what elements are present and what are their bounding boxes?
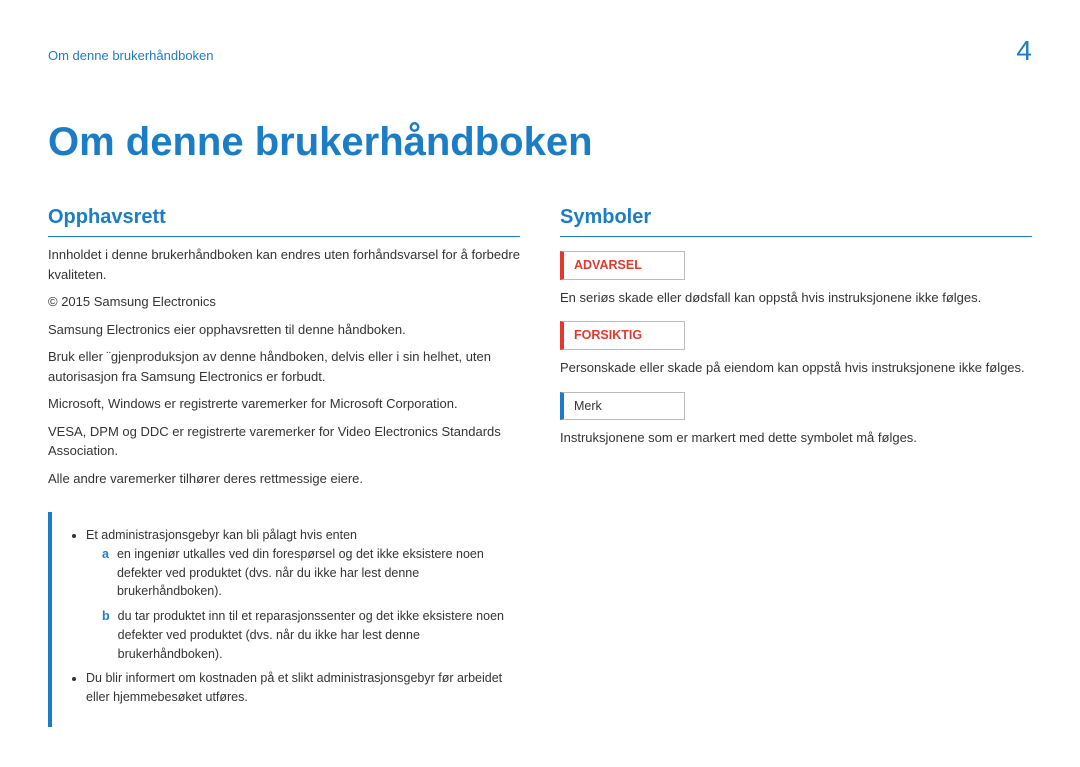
notice-sublist: a en ingeniør utkalles ved din forespørs… [86, 545, 504, 664]
symbol-block-note: Merk Instruksjonene som er markert med d… [560, 382, 1032, 448]
symbol-desc: Instruksjonene som er markert med dette … [560, 428, 1032, 448]
paragraph: VESA, DPM og DDC er registrerte varemerk… [48, 422, 520, 461]
symbol-label-caution: FORSIKTIG [560, 321, 685, 350]
content-columns: Opphavsrett Innholdet i denne brukerhånd… [48, 202, 1032, 727]
paragraph: Innholdet i denne brukerhåndboken kan en… [48, 245, 520, 284]
symbol-desc: En seriøs skade eller dødsfall kan oppst… [560, 288, 1032, 308]
symbol-label-warning: ADVARSEL [560, 251, 685, 280]
chapter-title: Om denne brukerhåndboken [48, 112, 1032, 172]
symbol-desc: Personskade eller skade på eiendom kan o… [560, 358, 1032, 378]
paragraph: Samsung Electronics eier opphavsretten t… [48, 320, 520, 340]
list-item: a en ingeniør utkalles ved din forespørs… [102, 545, 504, 601]
sublist-key: a [102, 545, 109, 601]
list-item: Du blir informert om kostnaden på et sli… [86, 669, 504, 707]
symbol-label-note: Merk [560, 392, 685, 421]
paragraph: Alle andre varemerker tilhører deres ret… [48, 469, 520, 489]
copyright-body: Innholdet i denne brukerhåndboken kan en… [48, 245, 520, 488]
sublist-key: b [102, 607, 110, 663]
right-column: Symboler ADVARSEL En seriøs skade eller … [560, 202, 1032, 727]
section-heading-copyright: Opphavsrett [48, 202, 520, 237]
notice-box: Et administrasjonsgebyr kan bli pålagt h… [48, 512, 520, 727]
page-number: 4 [1016, 30, 1032, 72]
page: Om denne brukerhåndboken 4 Om denne bruk… [0, 0, 1080, 767]
paragraph: Bruk eller ¨gjenproduksjon av denne hånd… [48, 347, 520, 386]
notice-list: Et administrasjonsgebyr kan bli pålagt h… [70, 526, 504, 707]
symbol-block-caution: FORSIKTIG Personskade eller skade på eie… [560, 311, 1032, 377]
symbol-block-warning: ADVARSEL En seriøs skade eller dødsfall … [560, 241, 1032, 307]
paragraph: © 2015 Samsung Electronics [48, 292, 520, 312]
sublist-text: en ingeniør utkalles ved din forespørsel… [117, 545, 504, 601]
sublist-text: du tar produktet inn til et reparasjonss… [118, 607, 504, 663]
list-item: b du tar produktet inn til et reparasjon… [102, 607, 504, 663]
list-item: Et administrasjonsgebyr kan bli pålagt h… [86, 526, 504, 663]
breadcrumb: Om denne brukerhåndboken [48, 46, 214, 66]
list-item-text: Et administrasjonsgebyr kan bli pålagt h… [86, 528, 357, 542]
section-heading-symbols: Symboler [560, 202, 1032, 237]
paragraph: Microsoft, Windows er registrerte vareme… [48, 394, 520, 414]
left-column: Opphavsrett Innholdet i denne brukerhånd… [48, 202, 520, 727]
page-header: Om denne brukerhåndboken 4 [48, 30, 1032, 72]
